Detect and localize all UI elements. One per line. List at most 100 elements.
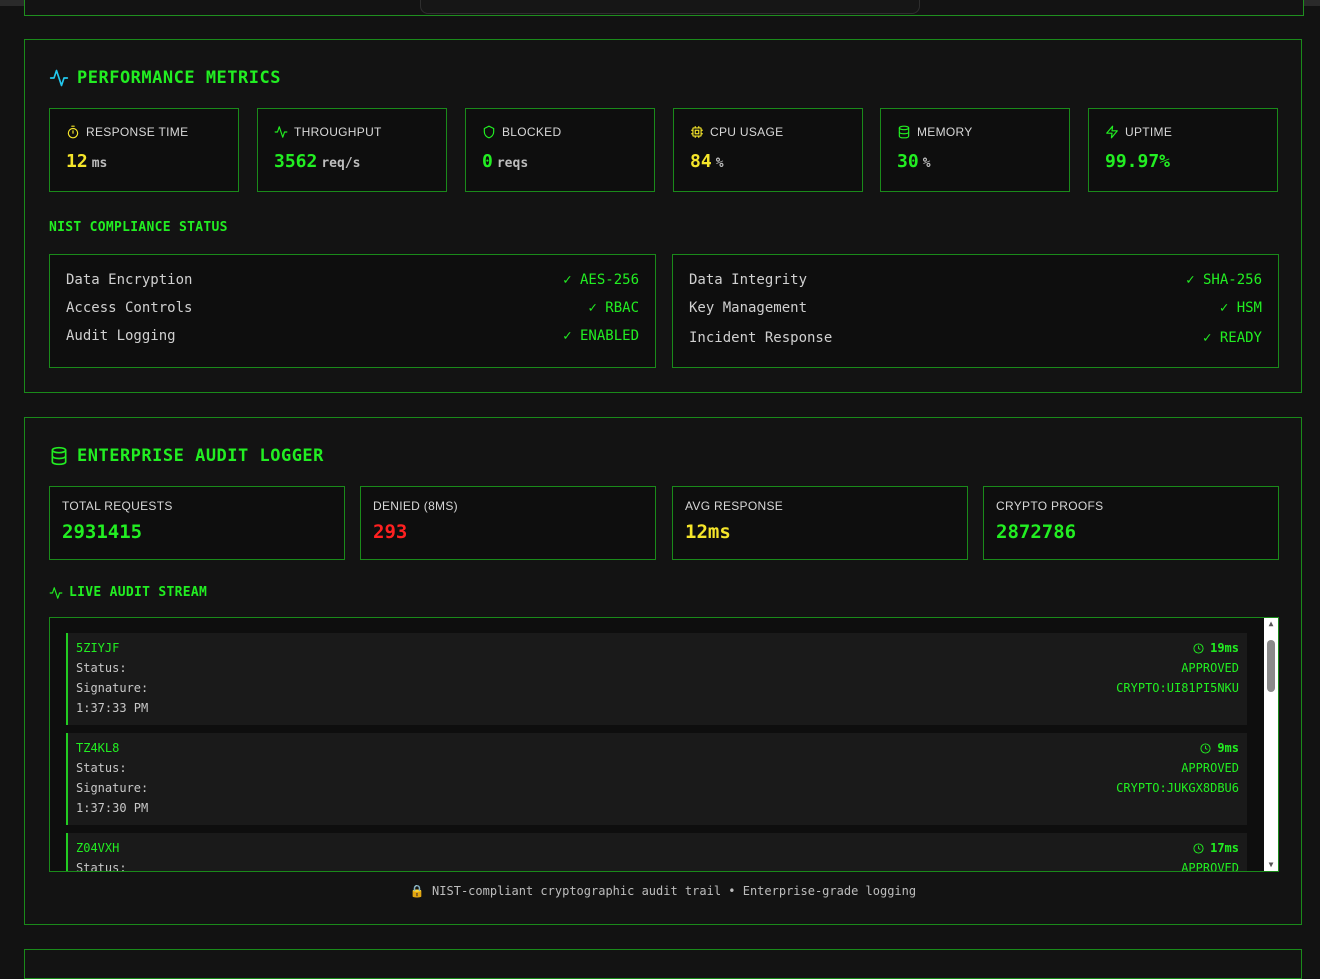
entry-ms: 9ms [1217,741,1239,755]
compliance-status: ✓ RBAC [588,300,639,316]
compliance-heading: NIST COMPLIANCE STATUS [49,220,228,235]
metric-value: 12 [66,151,88,172]
entry-status: APPROVED [1181,761,1239,775]
metric-value: 99.97% [1105,151,1171,172]
scroll-up-arrow-icon[interactable]: ▲ [1264,618,1278,630]
compliance-row: Audit Logging ✓ ENABLED [66,328,639,344]
compliance-row: Incident Response ✓ READY [689,330,1262,346]
metric-unit: % [922,156,931,171]
metric-response-time: RESPONSE TIME 12 ms [49,108,239,192]
compliance-status: ✓ READY [1202,330,1262,346]
clock-icon [1193,642,1204,654]
stat-value: 2931415 [62,521,143,543]
metric-unit: ms [91,156,108,171]
activity-icon [49,69,69,87]
entry-time: 1:37:33 PM [76,701,149,715]
audit-stream-list[interactable]: 5ZIYJF Status: Signature: 1:37:33 PM 19m… [49,617,1279,872]
compliance-name: Key Management [689,300,808,316]
clock-icon [1193,842,1204,854]
metric-throughput: THROUGHPUT 3562 req/s [257,108,447,192]
metric-label: CPU USAGE [710,125,784,139]
compliance-name: Data Encryption [66,272,193,288]
cpu-icon [691,126,703,138]
audit-entry[interactable]: TZ4KL8 Status: Signature: 1:37:30 PM 9ms… [66,733,1247,825]
stat-crypto-proofs: CRYPTO PROOFS 2872786 [983,486,1279,560]
compliance-name: Data Integrity [689,272,808,288]
metric-unit: reqs [496,156,529,171]
stream-heading-text: LIVE AUDIT STREAM [69,585,208,600]
audit-title: ENTERPRISE AUDIT LOGGER [49,446,324,466]
stat-label: CRYPTO PROOFS [996,499,1104,513]
compliance-status: ✓ AES-256 [563,272,639,288]
metric-uptime: UPTIME 99.97% [1088,108,1278,192]
stat-label: DENIED (8MS) [373,499,458,513]
audit-entry[interactable]: 5ZIYJF Status: Signature: 1:37:33 PM 19m… [66,633,1247,725]
database-icon [51,446,67,466]
performance-title: PERFORMANCE METRICS [49,68,281,88]
entry-signature-label: Signature: [76,681,149,695]
stat-avg-response: AVG RESPONSE 12ms [672,486,968,560]
entry-signature-label: Signature: [76,781,149,795]
clock-icon [1200,742,1211,754]
compliance-name: Access Controls [66,300,193,316]
previous-panel-tab [420,0,920,14]
metric-label: UPTIME [1125,125,1173,139]
entry-id: 5ZIYJF [76,641,120,655]
stream-heading: LIVE AUDIT STREAM [49,585,207,600]
audit-logger-panel: ENTERPRISE AUDIT LOGGER TOTAL REQUESTS 2… [24,417,1302,925]
scroll-thumb[interactable] [1267,640,1275,692]
entry-signature: CRYPTO:UI81PI5NKU [1116,681,1239,695]
stat-label: AVG RESPONSE [685,499,784,513]
compliance-name: Audit Logging [66,328,176,344]
metric-label: BLOCKED [502,125,562,139]
compliance-status: ✓ ENABLED [563,328,639,344]
stream-scrollbar[interactable]: ▲ ▼ [1264,618,1278,871]
timer-icon [67,125,79,139]
database-icon [898,125,910,139]
metric-value: 84 [690,151,712,172]
shield-icon [483,125,495,139]
activity-icon [49,586,63,599]
stat-value: 12ms [685,521,731,543]
entry-time: 1:37:30 PM [76,801,149,815]
entry-ms: 19ms [1210,641,1239,655]
entry-status: APPROVED [1181,861,1239,872]
entry-status-label: Status: [76,661,127,675]
performance-metrics-panel: PERFORMANCE METRICS RESPONSE TIME 12 ms T… [24,39,1302,393]
entry-id: Z04VXH [76,841,120,855]
entry-status-label: Status: [76,861,127,872]
compliance-status: ✓ HSM [1219,300,1262,316]
compliance-row: Data Integrity ✓ SHA-256 [689,272,1262,288]
metric-cpu-usage: CPU USAGE 84% [673,108,863,192]
audit-entry[interactable]: Z04VXH Status: 17ms APPROVED [66,833,1247,872]
metric-value: 0 [482,151,493,172]
stat-value: 2872786 [996,521,1077,543]
entry-status-label: Status: [76,761,127,775]
metric-memory: MEMORY 30% [880,108,1070,192]
entry-ms: 17ms [1210,841,1239,855]
metric-value: 3562 [274,151,318,172]
audit-title-text: ENTERPRISE AUDIT LOGGER [77,446,324,466]
metric-label: MEMORY [917,125,973,139]
metric-blocked: BLOCKED 0 reqs [465,108,655,192]
metric-label: RESPONSE TIME [86,125,189,139]
scroll-down-arrow-icon[interactable]: ▼ [1264,859,1278,871]
next-panel [24,949,1302,979]
compliance-status: ✓ SHA-256 [1186,272,1262,288]
metric-value: 30 [897,151,919,172]
zap-icon [1106,125,1118,139]
entry-status: APPROVED [1181,661,1239,675]
stat-total-requests: TOTAL REQUESTS 2931415 [49,486,345,560]
stat-label: TOTAL REQUESTS [62,499,173,513]
activity-icon [274,126,288,138]
compliance-row: Data Encryption ✓ AES-256 [66,272,639,288]
metric-unit: % [715,156,724,171]
entry-id: TZ4KL8 [76,741,120,755]
metric-unit: req/s [321,156,361,171]
compliance-row: Key Management ✓ HSM [689,300,1262,316]
compliance-box-left: Data Encryption ✓ AES-256 Access Control… [49,254,656,368]
performance-title-text: PERFORMANCE METRICS [77,68,281,88]
footer-note: 🔒 NIST-compliant cryptographic audit tra… [409,884,917,898]
stat-value: 293 [373,521,408,543]
compliance-row: Access Controls ✓ RBAC [66,300,639,316]
